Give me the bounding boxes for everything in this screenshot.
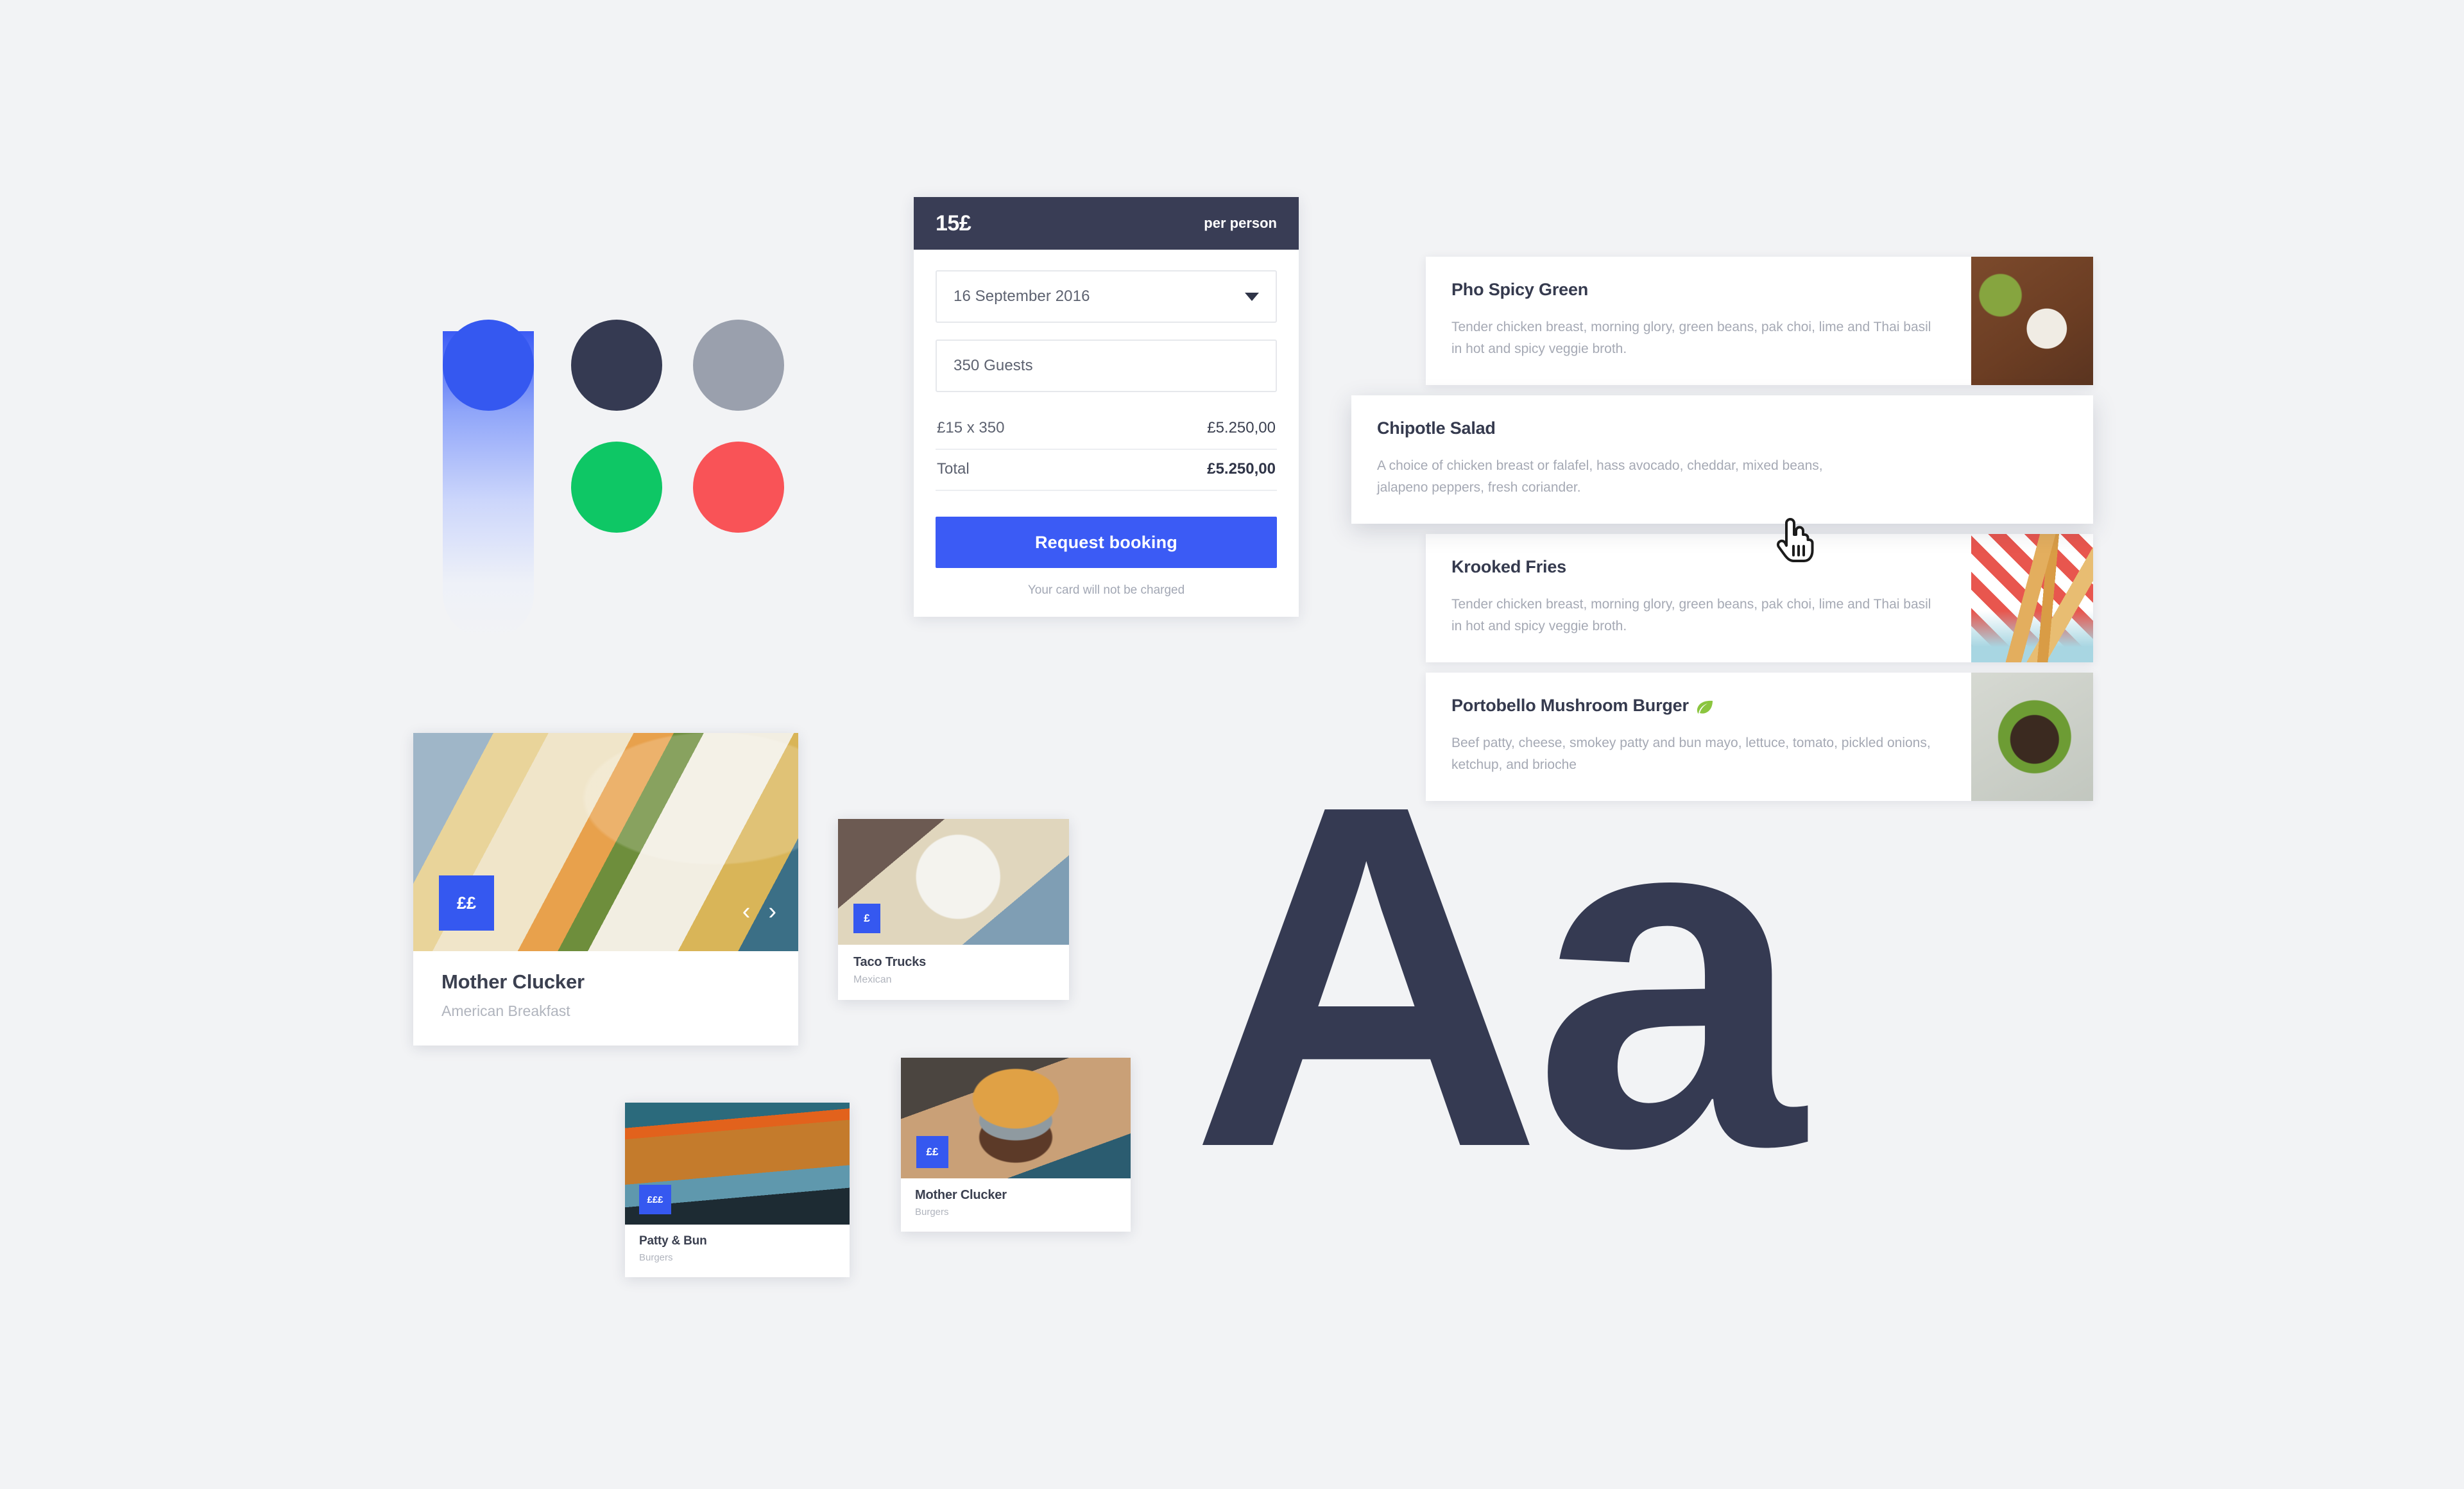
menu-item-title: Pho Spicy Green xyxy=(1451,280,1589,299)
booking-card: 15£ per person 16 September 2016 350 Gue… xyxy=(914,197,1299,617)
restaurant-category: Burgers xyxy=(639,1252,673,1263)
guests-input[interactable]: 350 Guests xyxy=(936,340,1277,392)
restaurant-card-mother-clucker-breakfast[interactable]: ££ ‹ › Mother Clucker American Breakfast xyxy=(413,733,798,1046)
price-badge: £ xyxy=(853,904,880,933)
menu-item-thumbnail xyxy=(1971,395,2093,524)
restaurant-card-taco-trucks[interactable]: £ Taco Trucks Mexican xyxy=(838,819,1069,1000)
menu-item-title: Chipotle Salad xyxy=(1377,418,1496,438)
menu-item-krooked-fries[interactable]: Krooked Fries Tender chicken breast, mor… xyxy=(1426,534,2093,662)
menu-item-description: Tender chicken breast, morning glory, gr… xyxy=(1451,597,1931,633)
restaurant-name: Patty & Bun xyxy=(639,1234,707,1248)
chevron-down-icon xyxy=(1245,292,1259,301)
restaurant-category: Burgers xyxy=(915,1207,949,1218)
carousel-prev-icon[interactable]: ‹ xyxy=(742,898,751,925)
restaurant-info: Patty & Bun Burgers xyxy=(625,1225,850,1277)
card-not-charged-note: Your card will not be charged xyxy=(1027,583,1185,597)
swatch-success-green[interactable] xyxy=(571,442,662,533)
date-select[interactable]: 16 September 2016 xyxy=(936,270,1277,323)
menu-item-thumbnail xyxy=(1971,673,2093,801)
restaurant-card-mother-clucker-burgers[interactable]: ££ Mother Clucker Burgers xyxy=(901,1058,1131,1232)
menu-item-description: A choice of chicken breast or falafel, h… xyxy=(1377,458,1823,495)
guests-value: 350 Guests xyxy=(954,357,1033,374)
restaurant-name: Mother Clucker xyxy=(441,970,585,993)
swatch-primary-blue[interactable] xyxy=(443,320,534,411)
restaurant-photo: £££ xyxy=(625,1103,850,1225)
booking-header: 15£ per person xyxy=(914,197,1299,250)
restaurant-name: Mother Clucker xyxy=(915,1188,1007,1202)
restaurant-info: Mother Clucker American Breakfast xyxy=(413,951,798,1046)
line-item-row: £15 x 350 £5.250,00 xyxy=(936,409,1277,450)
menu-item-text: Pho Spicy Green Tender chicken breast, m… xyxy=(1426,257,1971,385)
menu-item-text: Krooked Fries Tender chicken breast, mor… xyxy=(1426,534,1971,662)
total-value: £5.250,00 xyxy=(1207,460,1276,478)
price-badge: £££ xyxy=(639,1185,671,1214)
price-per-person: 15£ xyxy=(936,211,971,236)
menu-item-title: Krooked Fries xyxy=(1451,557,1566,576)
typography-specimen: Aa xyxy=(1190,704,1805,1249)
menu-item-description: Tender chicken breast, morning glory, gr… xyxy=(1451,320,1931,356)
menu-item-chipotle-salad[interactable]: Chipotle Salad A choice of chicken breas… xyxy=(1351,395,2093,524)
color-palette xyxy=(436,308,784,655)
carousel-arrows: ‹ › xyxy=(742,898,776,925)
price-badge: ££ xyxy=(916,1136,948,1168)
restaurant-card-patty-and-bun[interactable]: £££ Patty & Bun Burgers xyxy=(625,1103,850,1277)
carousel-next-icon[interactable]: › xyxy=(768,898,776,925)
line-item-value: £5.250,00 xyxy=(1207,419,1276,436)
restaurant-name: Taco Trucks xyxy=(853,955,927,969)
swatch-neutral-gray[interactable] xyxy=(693,320,784,411)
menu-item-text: Chipotle Salad A choice of chicken breas… xyxy=(1351,395,1971,524)
booking-body: 16 September 2016 350 Guests £15 x 350 £… xyxy=(914,250,1299,617)
restaurant-category: Mexican xyxy=(853,974,892,985)
date-value: 16 September 2016 xyxy=(954,288,1090,305)
swatch-dark-navy[interactable] xyxy=(571,320,662,411)
total-row: Total £5.250,00 xyxy=(936,450,1277,491)
restaurant-photo: ££ xyxy=(901,1058,1131,1178)
price-badge: ££ xyxy=(439,875,494,931)
restaurant-photo: £ xyxy=(838,819,1069,945)
per-person-label: per person xyxy=(1204,215,1277,231)
menu-item-pho-spicy-green[interactable]: Pho Spicy Green Tender chicken breast, m… xyxy=(1426,257,2093,385)
menu-item-thumbnail xyxy=(1971,257,2093,385)
menu-item-thumbnail xyxy=(1971,534,2093,662)
restaurant-info: Taco Trucks Mexican xyxy=(838,945,1069,1000)
swatch-alert-red[interactable] xyxy=(693,442,784,533)
restaurant-photo: ££ ‹ › xyxy=(413,733,798,951)
total-label: Total xyxy=(937,460,970,478)
restaurant-category: American Breakfast xyxy=(441,1003,570,1019)
request-booking-button[interactable]: Request booking xyxy=(936,517,1277,568)
line-item-label: £15 x 350 xyxy=(937,419,1005,436)
restaurant-info: Mother Clucker Burgers xyxy=(901,1178,1131,1232)
